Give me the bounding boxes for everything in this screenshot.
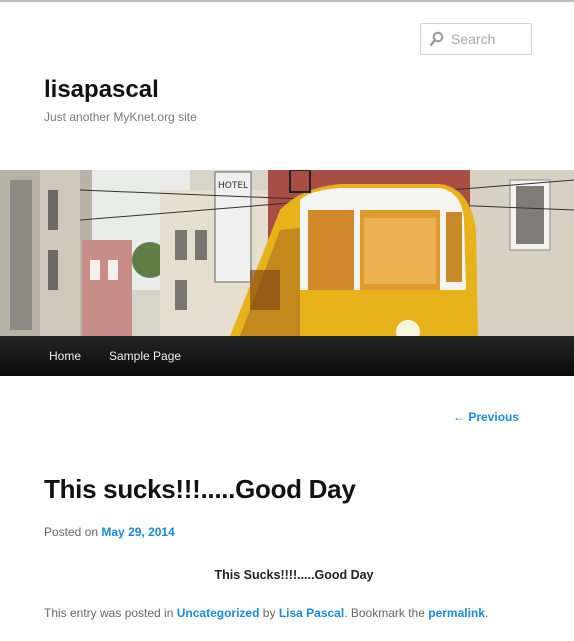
permalink-link[interactable]: permalink (428, 606, 485, 620)
footer-by-label: by (262, 606, 276, 620)
posted-on-label: Posted on (44, 525, 99, 539)
site-description: Just another MyKnet.org site (44, 110, 197, 124)
search-input[interactable] (451, 31, 531, 47)
search-icon (429, 31, 445, 47)
post-meta: Posted on May 29, 2014 (44, 525, 175, 539)
nav-item-sample-page[interactable]: Sample Page (109, 349, 181, 363)
main-navigation: Home Sample Page (0, 336, 574, 376)
footer-prefix: This entry was posted in (44, 606, 174, 620)
post-date-link[interactable]: May 29, 2014 (101, 525, 174, 539)
top-rule (0, 0, 574, 2)
search-box[interactable] (420, 23, 532, 55)
hotel-sign-text: HOTEL (218, 181, 248, 191)
header-image[interactable]: HOTEL (0, 170, 574, 336)
site-title[interactable]: lisapascal (44, 76, 159, 104)
category-link[interactable]: Uncategorized (177, 606, 260, 620)
footer-bookmark-label: . Bookmark the (344, 606, 425, 620)
previous-post-link[interactable]: ← Previous (453, 410, 519, 424)
post-title[interactable]: This sucks!!!.....Good Day (44, 474, 356, 505)
footer-suffix: . (484, 606, 489, 620)
nav-item-home[interactable]: Home (49, 349, 81, 363)
author-link[interactable]: Lisa Pascal (279, 606, 344, 620)
post-content: This Sucks!!!!.....Good Day (0, 566, 574, 584)
post-footer: This entry was posted in Uncategorized b… (44, 606, 488, 620)
post-content-text: This Sucks!!!!.....Good Day (214, 568, 374, 582)
